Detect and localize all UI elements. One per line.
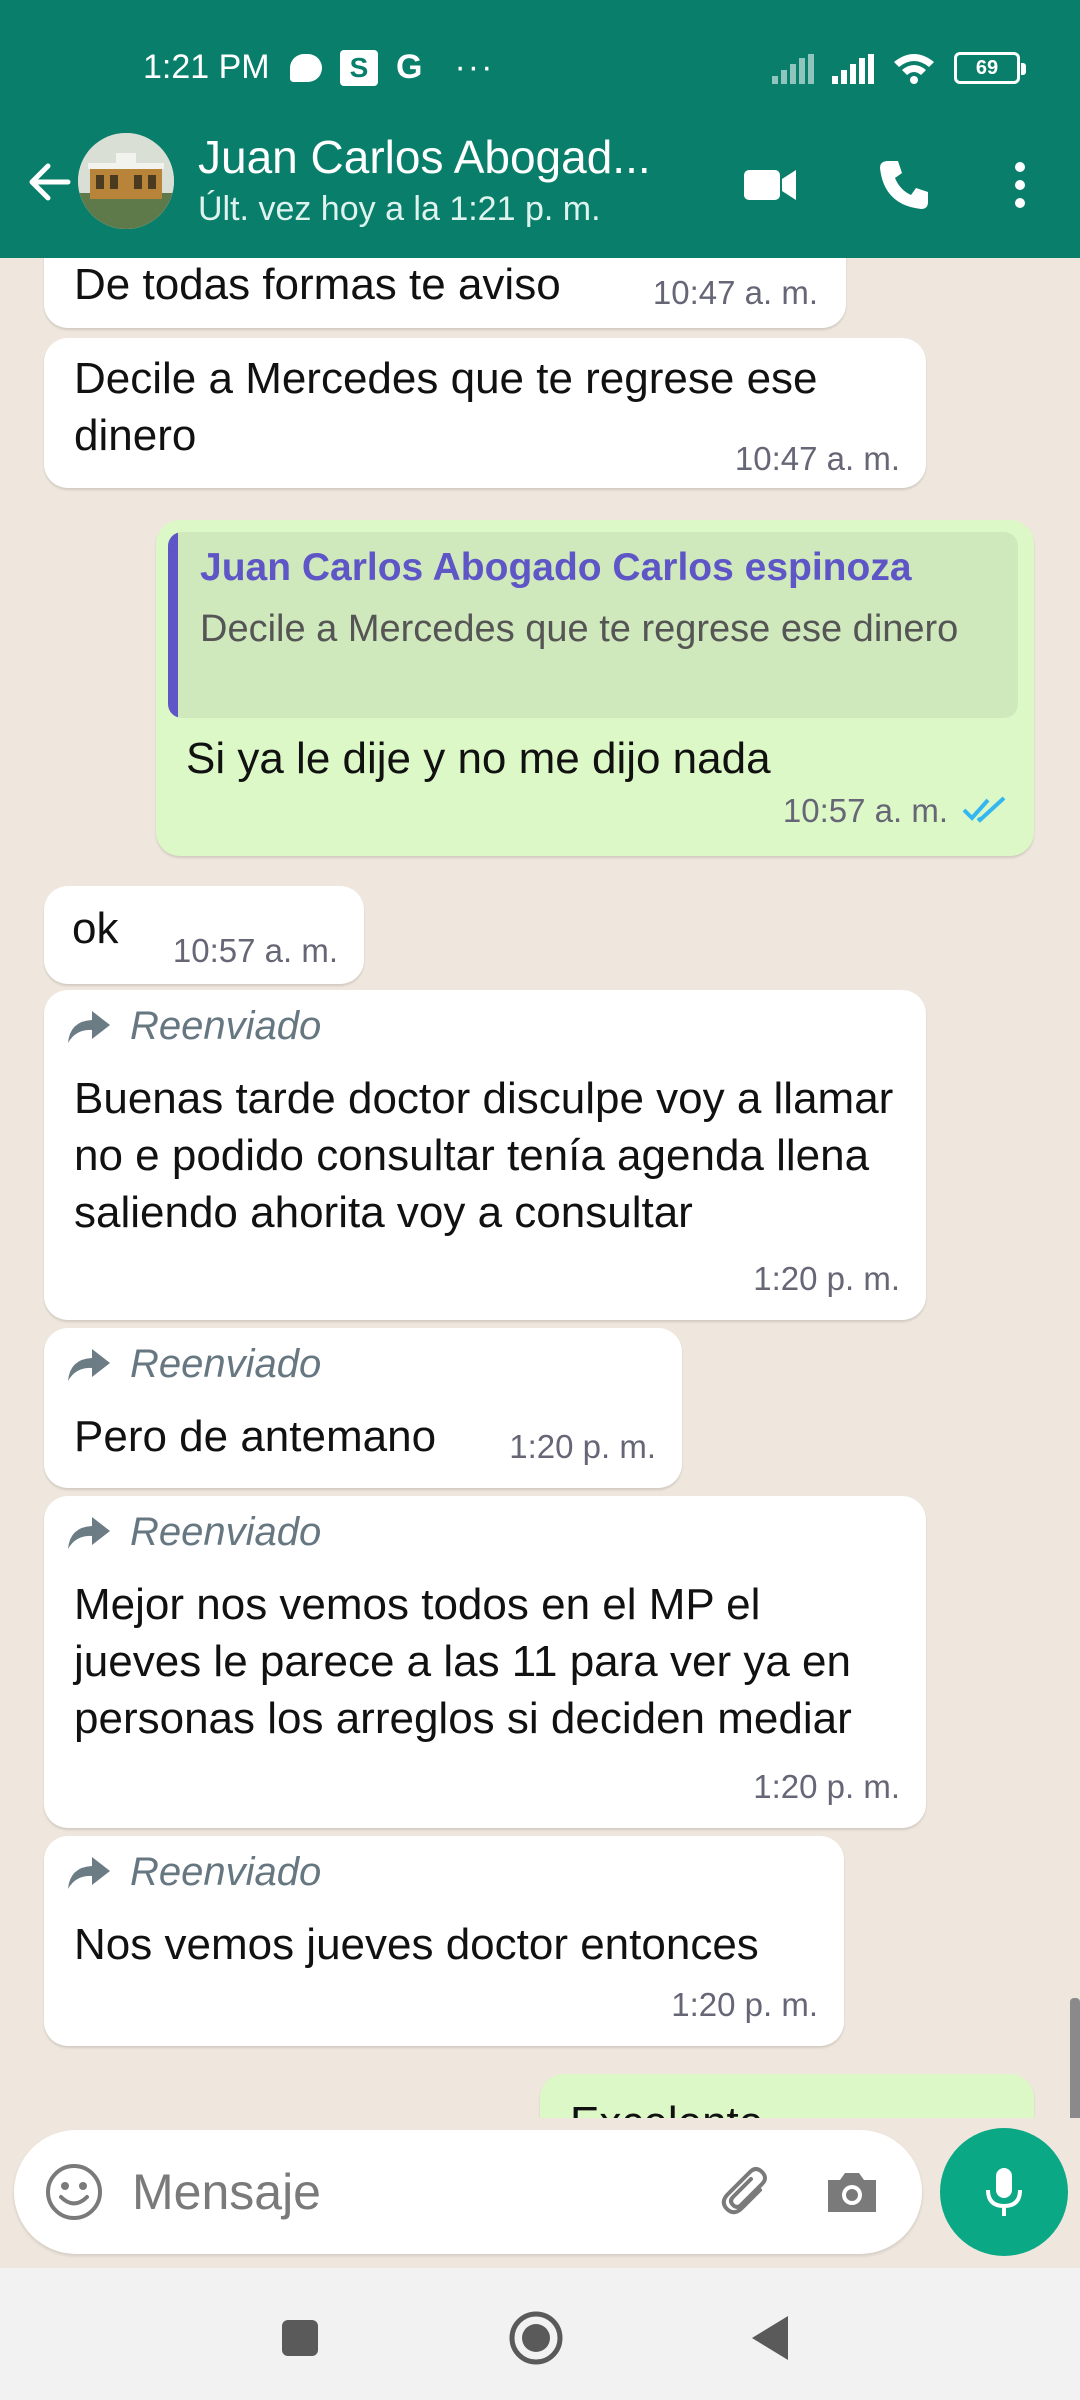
signal-icon (832, 54, 874, 84)
status-time: 1:21 PM (143, 48, 270, 86)
more-dots-icon: ··· (454, 48, 495, 86)
message-text: Excelente (570, 2094, 763, 2118)
message-time: 10:57 a. m. (782, 792, 948, 829)
battery-level: 69 (975, 56, 999, 79)
scrollbar[interactable] (1070, 1998, 1080, 2118)
message-bubble[interactable]: Decile a Mercedes que te regrese ese din… (44, 338, 926, 488)
app-bar: 1:21 PM S G ··· 69 Juan Carlos Abogad...… (0, 0, 1080, 258)
phone-call-icon[interactable] (874, 155, 934, 215)
forwarded-label: Reenviado (66, 1850, 321, 1895)
message-text: Pero de antemano (74, 1412, 437, 1461)
video-call-icon[interactable] (740, 155, 800, 215)
quoted-message[interactable]: Juan Carlos Abogado Carlos espinoza Deci… (168, 532, 1018, 718)
message-input[interactable] (132, 2160, 692, 2224)
forwarded-text: Reenviado (130, 1850, 322, 1894)
wifi-icon (894, 54, 934, 84)
message-bubble[interactable]: Reenviado Nos vemos jueves doctor entonc… (44, 1836, 844, 2046)
battery-icon: 69 (954, 52, 1026, 84)
message-time: 10:47 a. m. (734, 440, 900, 477)
mic-button[interactable] (940, 2128, 1068, 2256)
message-text: ok (72, 904, 119, 953)
message-composer (14, 2130, 922, 2254)
system-nav-bar (0, 2268, 1080, 2400)
forwarded-text: Reenviado (130, 1004, 322, 1048)
quote-bar (168, 532, 178, 718)
message-time: 1:20 p. m. (753, 1768, 900, 1805)
forwarded-label: Reenviado (66, 1510, 321, 1555)
message-time: 1:20 p. m. (753, 1260, 900, 1297)
quote-author: Juan Carlos Abogado Carlos espinoza (200, 546, 912, 589)
message-bubble[interactable]: De todas formas te aviso 10:47 a. m. (44, 258, 846, 328)
signal-icon (772, 54, 814, 84)
mic-icon (986, 2168, 1022, 2216)
notification-icons: S G ··· (290, 48, 494, 87)
message-text: De todas formas te aviso (74, 260, 561, 309)
message-time: 10:47 a. m. (652, 274, 818, 311)
attach-icon[interactable] (714, 2160, 778, 2224)
message-text: Mejor nos vemos todos en el MP el jueves… (74, 1580, 852, 1743)
contact-name[interactable]: Juan Carlos Abogad... (198, 130, 698, 184)
forward-arrow-icon (68, 1856, 110, 1889)
forward-arrow-icon (68, 1516, 110, 1549)
building-photo-icon (78, 133, 174, 229)
system-icons: 69 (772, 52, 1026, 84)
message-bubble-outgoing[interactable]: Excelente (540, 2074, 1034, 2118)
message-bubble[interactable]: ok 10:57 a. m. (44, 886, 364, 984)
more-vert-icon[interactable] (990, 155, 1050, 215)
s-app-icon: S (340, 49, 378, 86)
read-ticks-icon (962, 796, 1006, 823)
message-time: 10:57 a. m. (172, 932, 338, 969)
quote-text: Decile a Mercedes que te regrese ese din… (200, 608, 959, 650)
camera-icon[interactable] (820, 2160, 884, 2224)
last-seen-status: Últ. vez hoy a la 1:21 p. m. (198, 190, 601, 228)
chat-header: Juan Carlos Abogad... Últ. vez hoy a la … (0, 130, 1080, 250)
message-time: 1:20 p. m. (509, 1428, 656, 1465)
message-text: Si ya le dije y no me dijo nada (186, 734, 771, 783)
message-bubble[interactable]: Reenviado Buenas tarde doctor disculpe v… (44, 990, 926, 1320)
forward-arrow-icon (68, 1010, 110, 1043)
forwarded-label: Reenviado (66, 1004, 321, 1049)
message-time: 1:20 p. m. (671, 1986, 818, 2023)
forwarded-text: Reenviado (130, 1510, 322, 1554)
chat-messages[interactable]: De todas formas te aviso 10:47 a. m. Dec… (0, 258, 1080, 2118)
message-bubble[interactable]: Reenviado Pero de antemano 1:20 p. m. (44, 1328, 682, 1488)
chat-bubble-icon (290, 53, 322, 82)
back-arrow-icon[interactable] (20, 152, 80, 212)
recents-icon[interactable] (270, 2308, 330, 2368)
home-icon[interactable] (506, 2308, 566, 2368)
message-text: Nos vemos jueves doctor entonces (74, 1920, 759, 1969)
forwarded-label: Reenviado (66, 1342, 321, 1387)
message-bubble-outgoing[interactable]: Juan Carlos Abogado Carlos espinoza Deci… (156, 520, 1034, 856)
message-bubble[interactable]: Reenviado Mejor nos vemos todos en el MP… (44, 1496, 926, 1828)
message-text: Buenas tarde doctor disculpe voy a llama… (74, 1074, 894, 1237)
forwarded-text: Reenviado (130, 1342, 322, 1386)
forward-arrow-icon (68, 1348, 110, 1381)
status-bar: 1:21 PM S G ··· 69 (0, 0, 1080, 140)
back-icon[interactable] (742, 2308, 802, 2368)
emoji-icon[interactable] (42, 2160, 106, 2224)
g-app-icon: G (396, 48, 423, 86)
avatar[interactable] (78, 133, 174, 229)
